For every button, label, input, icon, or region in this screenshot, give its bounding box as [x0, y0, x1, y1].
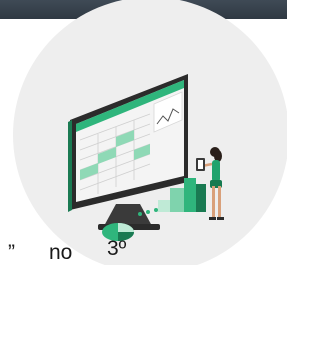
caption-quote: ”: [8, 241, 15, 264]
monitor-edge: [68, 120, 72, 212]
caption-word: no: [49, 241, 73, 264]
caption-ordinal: 3º: [107, 237, 127, 260]
analytics-illustration: [13, 0, 287, 265]
caption-text: ” no 3º: [0, 237, 287, 265]
